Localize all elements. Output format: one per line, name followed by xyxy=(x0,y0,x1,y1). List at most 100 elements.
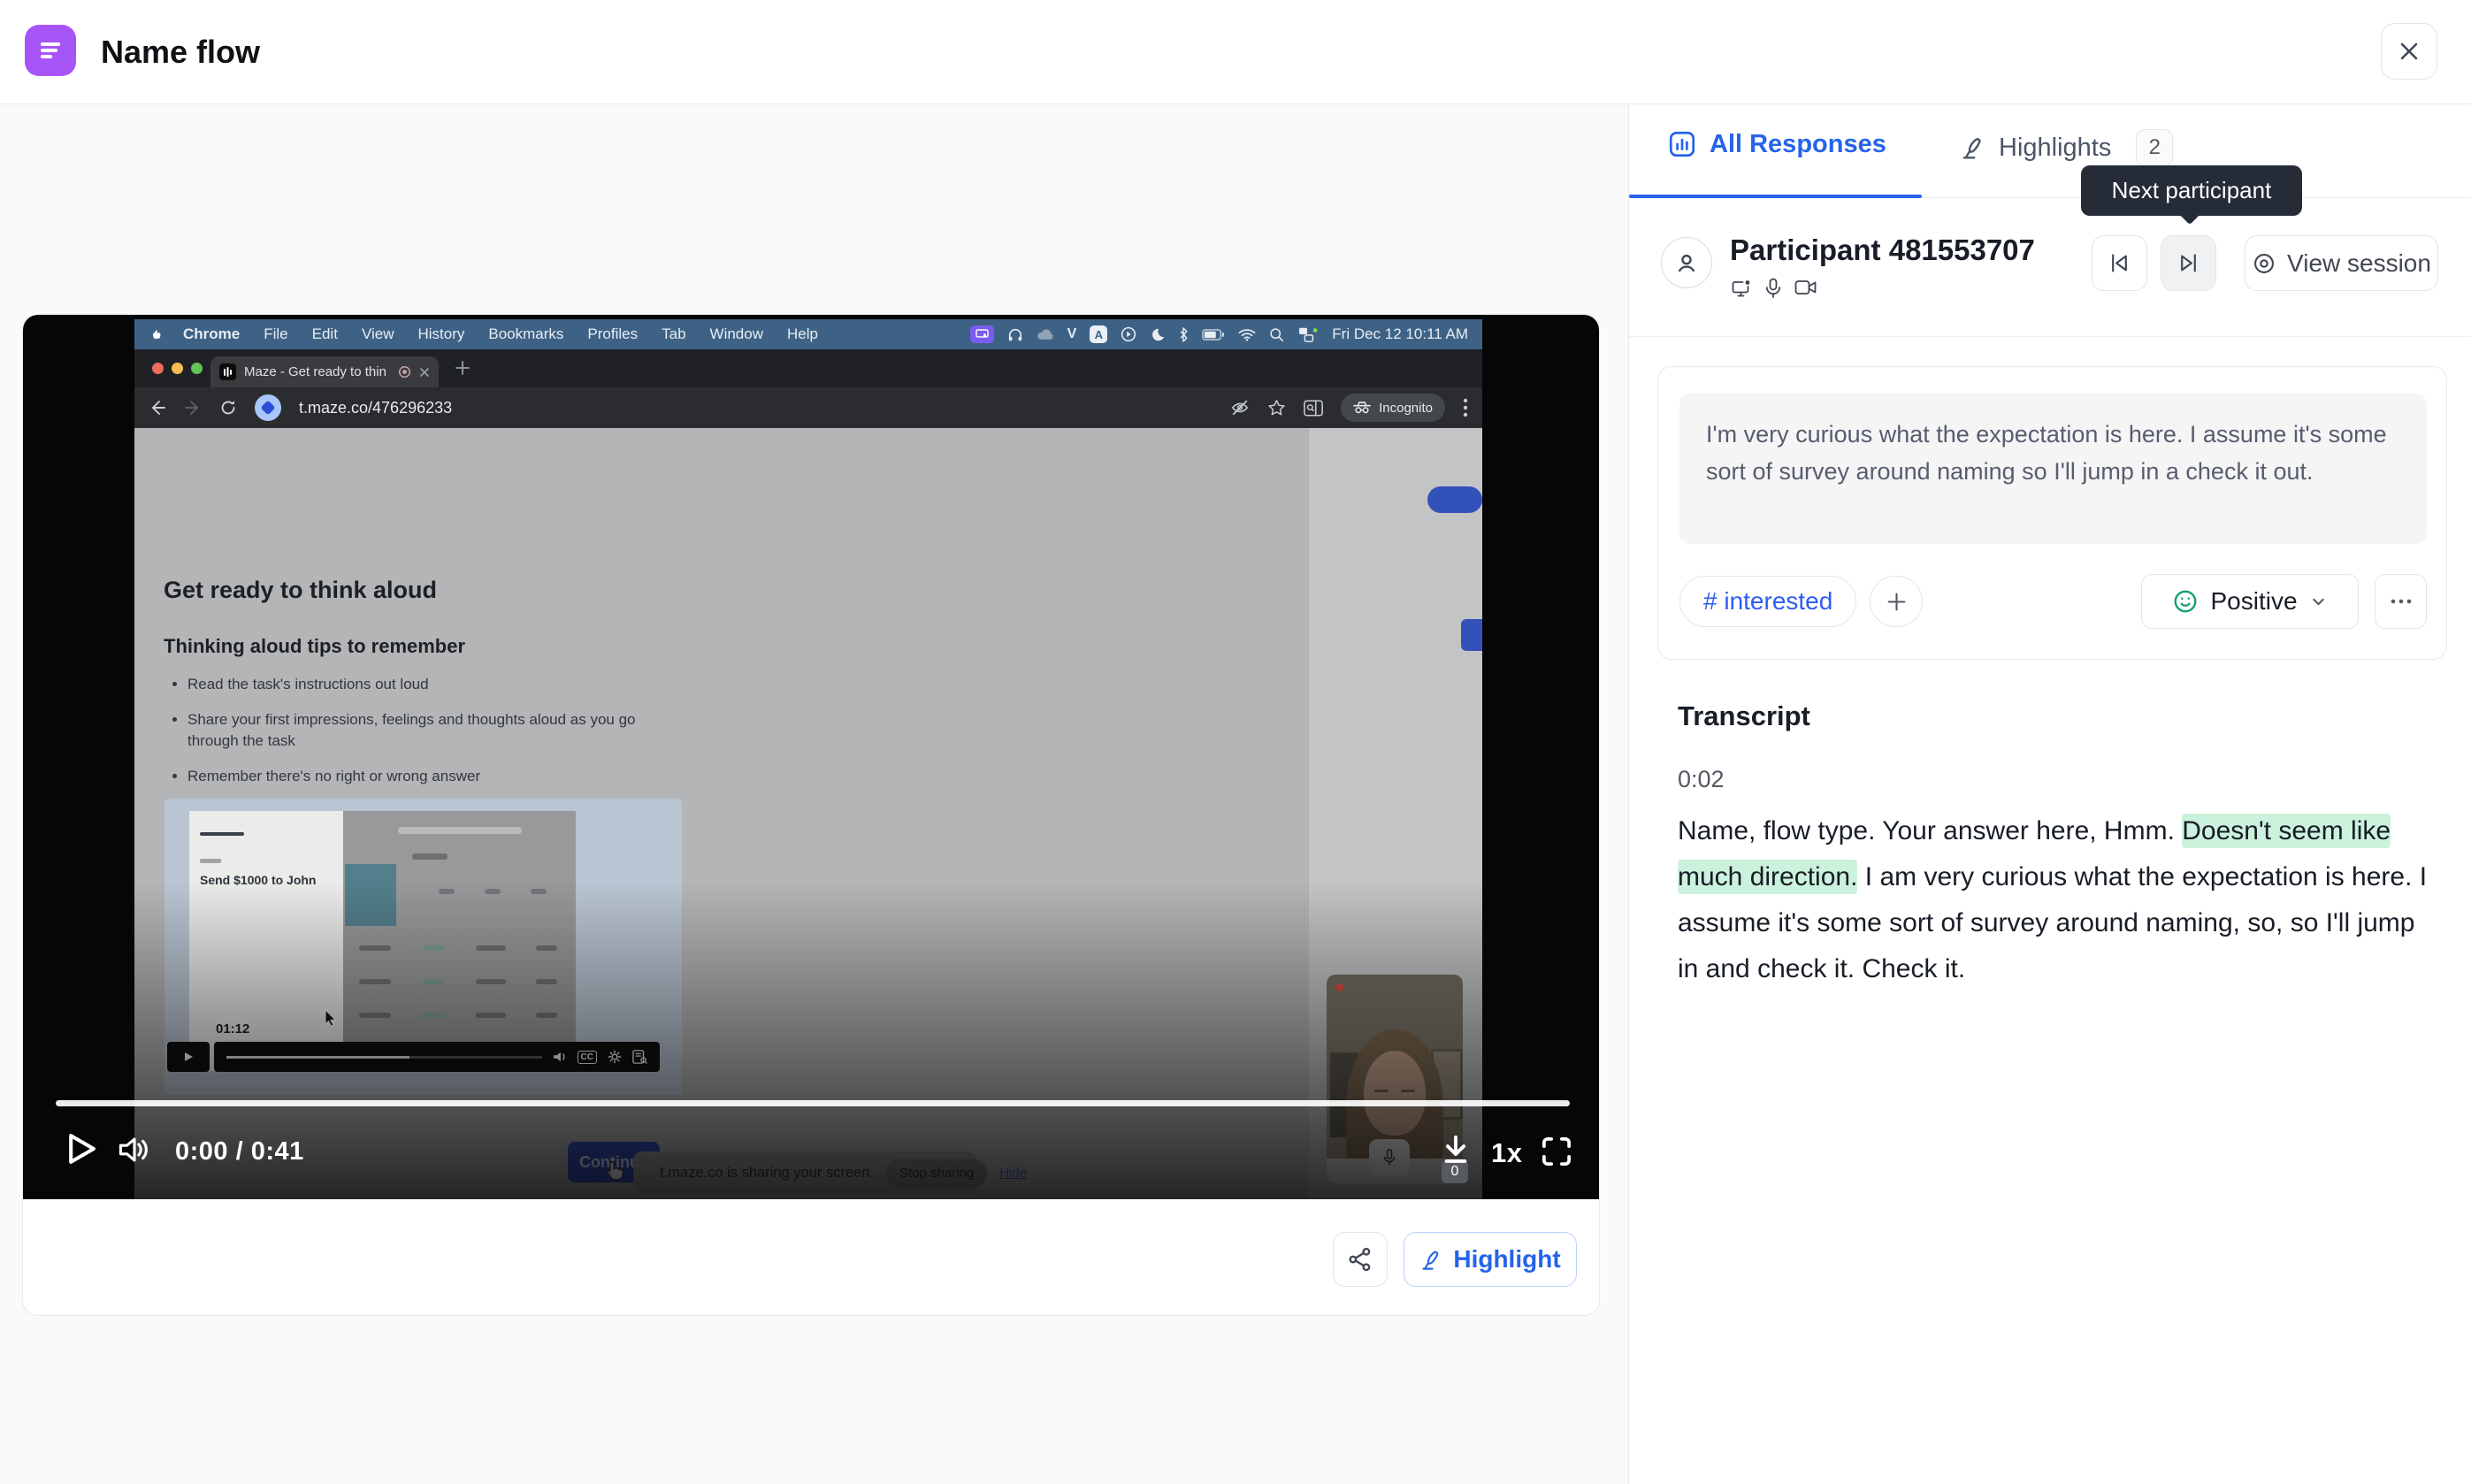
session-video-card: Chrome File Edit View History Bookmarks … xyxy=(22,314,1600,1316)
back-icon xyxy=(149,399,166,417)
battery-icon xyxy=(1202,329,1225,340)
view-session-button[interactable]: View session xyxy=(2245,235,2438,291)
browser-menu-icon xyxy=(1463,398,1468,417)
time-display: 0:00 / 0:41 xyxy=(175,1137,304,1167)
task-subheading: Thinking aloud tips to remember xyxy=(164,635,465,658)
cut-off-button-2 xyxy=(1461,619,1482,651)
moon-icon xyxy=(1150,327,1165,342)
transcript-text: Name, flow type. Your answer here, Hmm. … xyxy=(1678,808,2431,992)
wifi-icon xyxy=(1238,328,1256,341)
list-item: Share your first impressions, feelings a… xyxy=(187,709,683,752)
bluetooth-icon xyxy=(1178,327,1189,342)
user-icon xyxy=(1672,249,1701,277)
task-tips-list: Read the task's instructions out loud Sh… xyxy=(187,674,683,787)
task-heading: Get ready to think aloud xyxy=(164,577,437,604)
transcript-timestamp[interactable]: 0:02 xyxy=(1678,766,1725,793)
apple-icon xyxy=(149,327,164,342)
tab-title: Maze - Get ready to thin xyxy=(244,364,390,379)
response-quote: I'm very curious what the expectation is… xyxy=(1679,394,2427,544)
menu-tab: Tab xyxy=(662,325,685,343)
menu-help: Help xyxy=(787,325,818,343)
previous-participant-button[interactable] xyxy=(2092,235,2147,291)
menu-history: History xyxy=(417,325,464,343)
add-tag-button[interactable] xyxy=(1870,576,1923,627)
window-switcher-icon xyxy=(1297,325,1319,343)
mac-clock: Fri Dec 12 10:11 AM xyxy=(1332,325,1468,343)
a-app-icon: A xyxy=(1090,325,1107,343)
menu-chrome: Chrome xyxy=(183,325,240,343)
incognito-badge: Incognito xyxy=(1341,394,1445,422)
search-icon xyxy=(1269,327,1284,342)
more-options-button[interactable] xyxy=(2375,574,2427,629)
sentiment-label: Positive xyxy=(2210,587,2297,616)
response-card: I'm very curious what the expectation is… xyxy=(1657,366,2447,660)
tag-interested[interactable]: # interested xyxy=(1679,576,1856,627)
sentiment-select[interactable]: Positive xyxy=(2141,574,2359,629)
forward-icon xyxy=(184,399,202,417)
highlighter-icon xyxy=(1419,1248,1443,1272)
cloud-icon xyxy=(1037,328,1054,340)
menu-profiles: Profiles xyxy=(587,325,638,343)
smiley-icon xyxy=(2172,588,2199,615)
highlight-button[interactable]: Highlight xyxy=(1404,1232,1577,1287)
active-tab-underline xyxy=(1629,195,1922,198)
browser-tabstrip: Maze - Get ready to thin xyxy=(134,349,1482,387)
tab-recording-icon xyxy=(398,365,411,379)
menu-file: File xyxy=(264,325,287,343)
headphones-icon xyxy=(1007,327,1023,342)
next-participant-tooltip: Next participant xyxy=(2081,165,2302,216)
tab-all-responses[interactable]: All Responses xyxy=(1667,129,1886,159)
eye-off-icon xyxy=(1230,399,1250,417)
v-app-icon: V xyxy=(1067,326,1077,342)
next-participant-button[interactable] xyxy=(2161,235,2216,291)
browser-toolbar: t.maze.co/476296233 Incognito xyxy=(134,387,1482,428)
side-panel-search-icon xyxy=(1304,400,1323,417)
participant-name: Participant 481553707 xyxy=(1730,233,2035,267)
responses-panel: All Responses Highlights 2 Next particip… xyxy=(1628,104,2471,1484)
tab-highlights[interactable]: Highlights 2 xyxy=(1960,129,2173,166)
menu-bookmarks: Bookmarks xyxy=(488,325,563,343)
traffic-lights xyxy=(152,363,203,374)
mac-menubar: Chrome File Edit View History Bookmarks … xyxy=(134,319,1482,349)
browser-tab: Maze - Get ready to thin xyxy=(210,356,439,387)
bookmark-star-icon xyxy=(1267,399,1286,417)
incognito-icon xyxy=(1353,402,1371,414)
transcript-heading: Transcript xyxy=(1678,700,1810,732)
menu-edit: Edit xyxy=(312,325,338,343)
list-item: Remember there's no right or wrong answe… xyxy=(187,766,683,787)
view-icon xyxy=(2252,251,2276,276)
share-button[interactable] xyxy=(1333,1232,1388,1287)
screen-record-icon xyxy=(970,325,994,343)
menu-view: View xyxy=(362,325,394,343)
view-session-label: View session xyxy=(2287,249,2431,278)
highlight-button-label: Highlight xyxy=(1453,1245,1560,1274)
url-text: t.maze.co/476296233 xyxy=(299,399,452,417)
seek-bar[interactable] xyxy=(56,1100,1570,1106)
reload-icon xyxy=(219,399,237,417)
video-camera-icon xyxy=(1794,278,1817,297)
tab-all-responses-label: All Responses xyxy=(1710,130,1886,159)
page-title: Name flow xyxy=(101,0,260,104)
transcript-segment: Name, flow type. Your answer here, Hmm. xyxy=(1678,816,2182,845)
tab-highlights-label: Highlights xyxy=(1999,134,2111,163)
volume-button[interactable] xyxy=(117,1134,152,1166)
share-nodes-icon xyxy=(1347,1246,1373,1273)
video-player[interactable]: Chrome File Edit View History Bookmarks … xyxy=(23,315,1600,1199)
participant-device-icons xyxy=(1730,278,1817,299)
mac-status-icons: V A Fri Dec 12 10:11 AM xyxy=(970,325,1468,343)
playback-speed-button[interactable]: 1x xyxy=(1491,1137,1522,1169)
download-button[interactable] xyxy=(1436,1130,1475,1169)
play-circle-icon xyxy=(1121,326,1136,342)
chevron-down-icon xyxy=(2309,593,2328,611)
cut-off-button xyxy=(1427,486,1482,513)
plus-icon xyxy=(1886,592,1907,612)
close-button[interactable] xyxy=(2381,23,2437,80)
list-item: Read the task's instructions out loud xyxy=(187,674,683,695)
play-button[interactable] xyxy=(60,1128,101,1169)
site-avatar-icon xyxy=(255,394,281,421)
highlights-count-badge: 2 xyxy=(2136,129,2173,166)
app-header: Name flow xyxy=(0,0,2471,104)
section-divider xyxy=(1629,336,2471,337)
fullscreen-button[interactable] xyxy=(1539,1134,1574,1169)
responses-chart-icon xyxy=(1667,129,1697,159)
